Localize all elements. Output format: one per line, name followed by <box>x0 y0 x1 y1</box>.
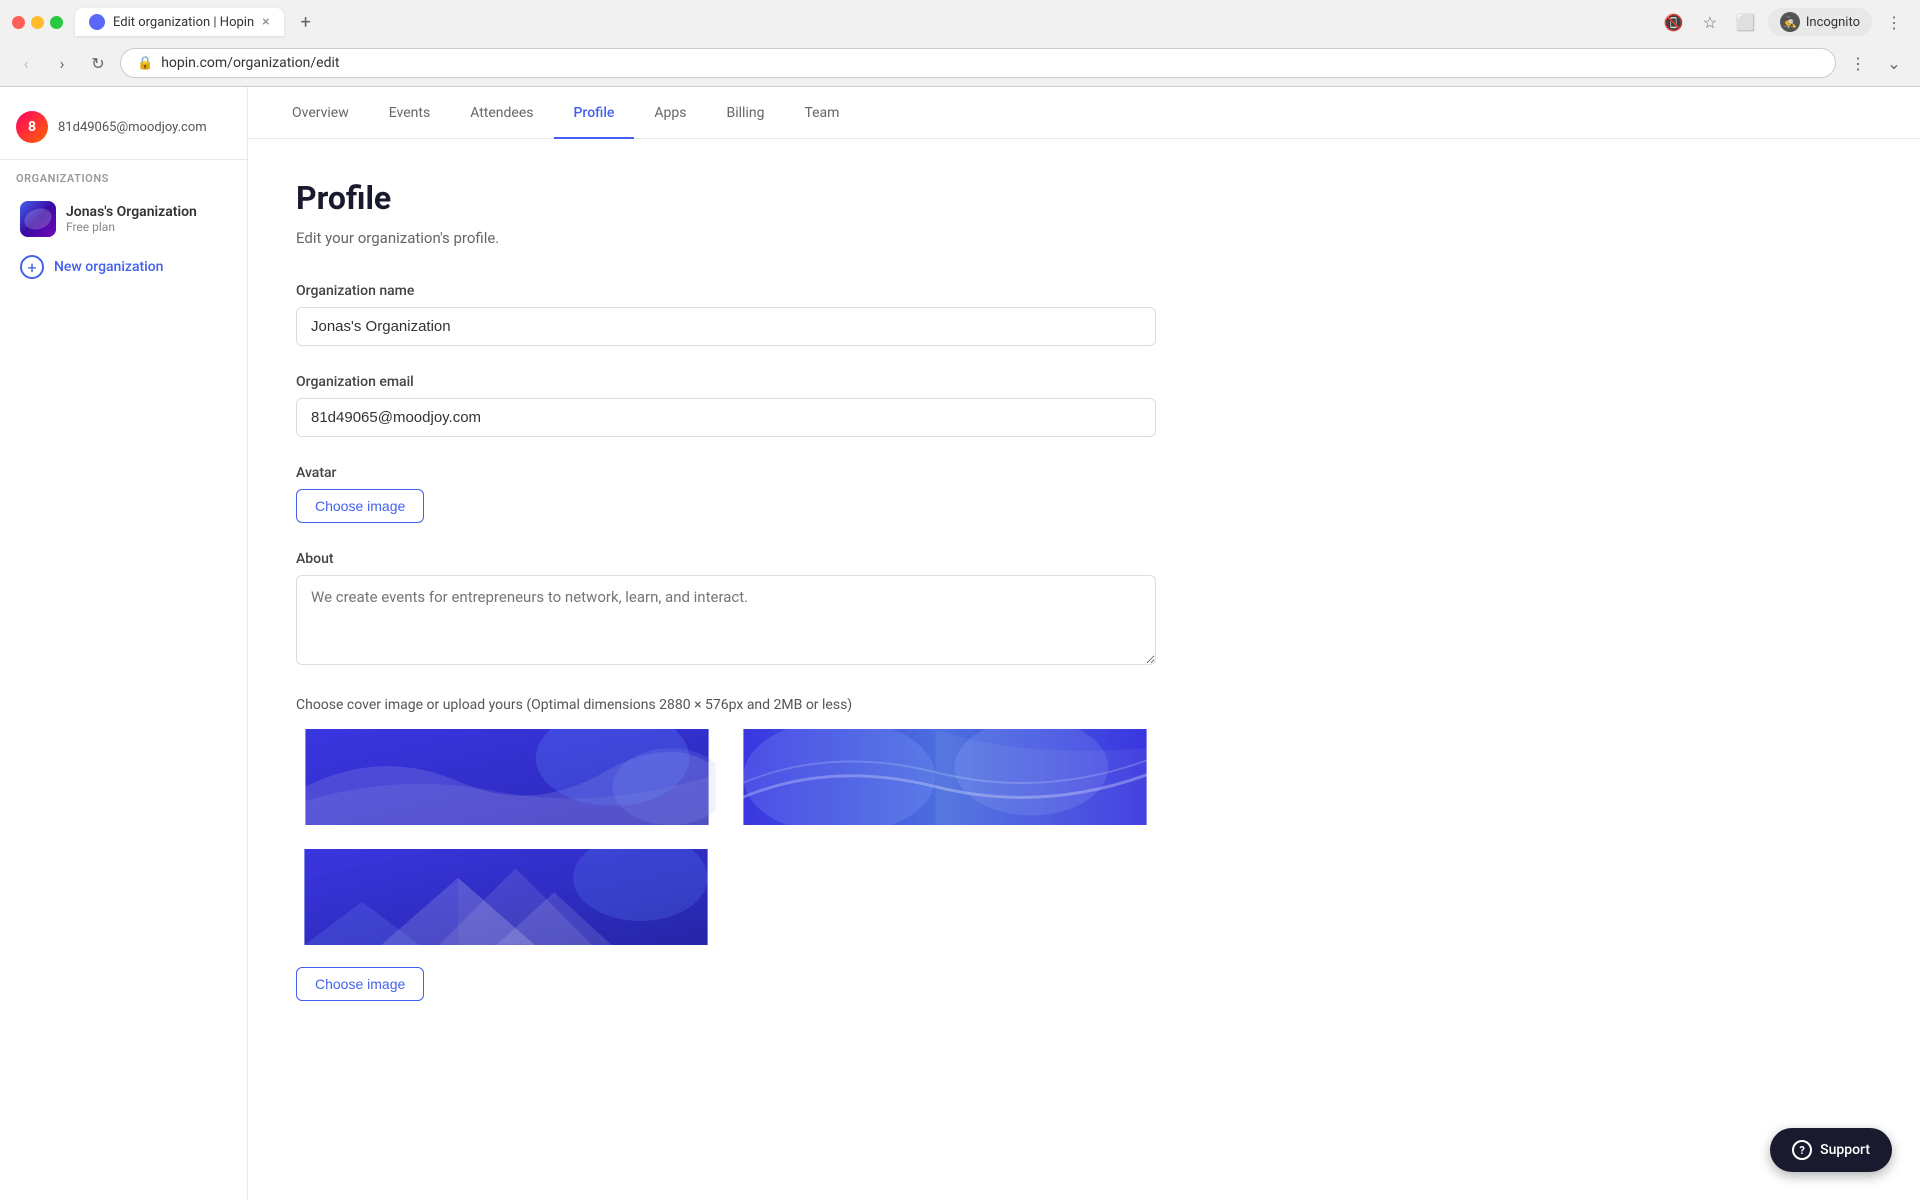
org-name: Jonas's Organization <box>66 204 227 220</box>
avatar-group: Avatar Choose image <box>296 465 1872 523</box>
org-name-group: Organization name <box>296 283 1872 346</box>
lock-icon: 🔒 <box>137 56 153 71</box>
about-group: About <box>296 551 1872 669</box>
incognito-badge: 🕵 Incognito <box>1768 8 1872 36</box>
browser-tab[interactable]: Edit organization | Hopin × <box>75 8 284 36</box>
choose-cover-button[interactable]: Choose image <box>296 967 424 1001</box>
sidebar-user: 8 81d49065@moodjoy.com <box>0 103 247 160</box>
incognito-icon: 🕵 <box>1780 12 1800 32</box>
minimize-window-button[interactable] <box>31 16 44 29</box>
cover-group: Choose cover image or upload yours (Opti… <box>296 697 1872 1001</box>
user-initial: 8 <box>28 119 36 135</box>
extensions-icon[interactable]: ⬜ <box>1732 8 1760 36</box>
browser-window-controls <box>12 16 63 29</box>
org-plan: Free plan <box>66 220 227 234</box>
address-bar[interactable]: 🔒 hopin.com/organization/edit <box>120 48 1836 78</box>
cover-svg-1 <box>298 729 716 825</box>
tab-favicon <box>89 14 105 30</box>
top-nav: Overview Events Attendees Profile Apps B… <box>248 87 1920 139</box>
browser-chrome: Edit organization | Hopin × + 📵 ☆ ⬜ 🕵 In… <box>0 0 1920 87</box>
reload-button[interactable]: ↻ <box>84 49 112 77</box>
org-email-label: Organization email <box>296 374 1872 390</box>
user-avatar: 8 <box>16 111 48 143</box>
back-button[interactable]: ‹ <box>12 49 40 77</box>
nav-item-team[interactable]: Team <box>784 89 859 139</box>
about-textarea[interactable] <box>296 575 1156 665</box>
nav-item-billing[interactable]: Billing <box>707 89 785 139</box>
nav-item-attendees[interactable]: Attendees <box>450 89 553 139</box>
url-text: hopin.com/organization/edit <box>161 55 1819 71</box>
new-org-button[interactable]: + New organization <box>4 245 243 289</box>
plus-icon: + <box>20 255 44 279</box>
browser-menu-button[interactable]: ⋮ <box>1880 8 1908 36</box>
sidebar-org-item[interactable]: Jonas's Organization Free plan <box>4 193 243 245</box>
cover-image-3[interactable] <box>296 847 716 947</box>
avatar-label: Avatar <box>296 465 1872 481</box>
new-tab-button[interactable]: + <box>292 8 320 36</box>
new-org-label: New organization <box>54 259 163 275</box>
page-subtitle: Edit your organization's profile. <box>296 229 1872 247</box>
close-window-button[interactable] <box>12 16 25 29</box>
about-label: About <box>296 551 1872 567</box>
expand-button[interactable]: ⌄ <box>1880 49 1908 77</box>
support-label: Support <box>1820 1142 1870 1158</box>
org-email-group: Organization email <box>296 374 1872 437</box>
org-email-input[interactable] <box>296 398 1156 437</box>
nav-item-apps[interactable]: Apps <box>634 89 706 139</box>
page-title: Profile <box>296 179 1872 217</box>
profile-content: Profile Edit your organization's profile… <box>248 139 1920 1200</box>
sidebar-user-email: 81d49065@moodjoy.com <box>58 120 207 135</box>
org-info: Jonas's Organization Free plan <box>66 204 227 234</box>
nav-item-overview[interactable]: Overview <box>272 89 369 139</box>
nav-items: Overview Events Attendees Profile Apps B… <box>272 88 859 138</box>
forward-button[interactable]: › <box>48 49 76 77</box>
cover-image-1[interactable] <box>296 727 718 827</box>
more-options-button[interactable]: ⋮ <box>1844 49 1872 77</box>
main-content: Overview Events Attendees Profile Apps B… <box>248 87 1920 1200</box>
nav-item-events[interactable]: Events <box>369 89 450 139</box>
incognito-label: Incognito <box>1806 15 1860 30</box>
choose-avatar-button[interactable]: Choose image <box>296 489 424 523</box>
maximize-window-button[interactable] <box>50 16 63 29</box>
cover-svg-2 <box>736 729 1154 825</box>
support-button[interactable]: ? Support <box>1770 1128 1892 1172</box>
org-name-label: Organization name <box>296 283 1872 299</box>
sidebar-section-label: ORGANIZATIONS <box>0 172 247 193</box>
nav-item-profile[interactable]: Profile <box>554 89 635 139</box>
cover-image-grid <box>296 727 1156 827</box>
cast-icon[interactable]: 📵 <box>1660 8 1688 36</box>
support-icon: ? <box>1792 1140 1812 1160</box>
org-avatar <box>20 201 56 237</box>
tab-title: Edit organization | Hopin <box>113 15 254 30</box>
bookmark-icon[interactable]: ☆ <box>1696 8 1724 36</box>
tab-close-button[interactable]: × <box>262 14 269 30</box>
cover-image-2[interactable] <box>734 727 1156 827</box>
org-name-input[interactable] <box>296 307 1156 346</box>
cover-label: Choose cover image or upload yours (Opti… <box>296 697 1872 713</box>
sidebar: 8 81d49065@moodjoy.com ORGANIZATIONS Jon… <box>0 87 248 1200</box>
cover-svg-3 <box>298 849 714 945</box>
